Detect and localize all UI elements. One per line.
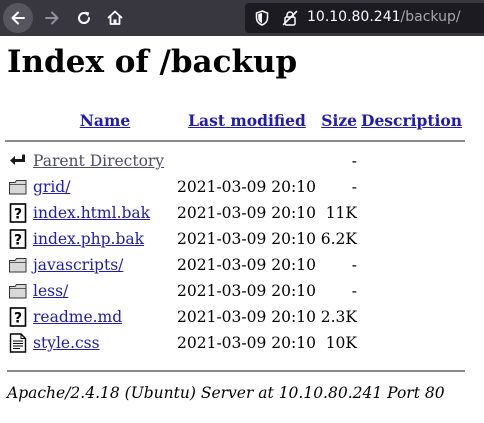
entry-description [357, 174, 465, 200]
sort-by-name-link[interactable]: Name [80, 111, 130, 130]
reload-button[interactable] [69, 3, 99, 33]
table-row[interactable]: grid/ 2021-03-09 20:10 - [5, 174, 465, 200]
browser-toolbar: 10.10.80.241/backup/ [0, 0, 484, 36]
description-column-header: Description [357, 106, 465, 134]
forward-button[interactable] [37, 3, 67, 33]
entry-size: - [351, 256, 357, 274]
sort-by-description-link[interactable]: Description [361, 111, 462, 130]
address-bar[interactable]: 10.10.80.241/backup/ [245, 3, 484, 33]
entry-description [357, 252, 465, 278]
entry-modified: 2021-03-09 20:10 [177, 256, 316, 274]
entry-description [357, 148, 465, 174]
folder-icon [9, 258, 27, 273]
url-path: /backup/ [400, 9, 461, 25]
entry-name-link[interactable]: readme.md [33, 308, 122, 326]
table-row[interactable]: less/ 2021-03-09 20:10 - [5, 278, 465, 304]
url-host: 10.10.80.241 [307, 9, 401, 25]
file-listing-table: Name Last modified Size Description Pare… [5, 106, 465, 356]
unknown-file-icon: ? [9, 203, 27, 223]
home-button[interactable] [100, 3, 130, 33]
entry-modified [177, 148, 317, 174]
entry-description [357, 330, 465, 356]
footer-divider [7, 370, 465, 372]
header-divider [5, 140, 465, 142]
entry-modified: 2021-03-09 20:10 [177, 178, 316, 196]
text-file-icon [9, 333, 27, 353]
sort-by-modified-link[interactable]: Last modified [188, 111, 306, 130]
entry-size: 10K [325, 334, 357, 352]
back-arrow-icon [11, 11, 25, 25]
entry-description [357, 200, 465, 226]
table-header-row: Name Last modified Size Description [5, 106, 465, 134]
entry-description [357, 304, 465, 330]
unknown-file-icon: ? [9, 229, 27, 249]
modified-column-header: Last modified [177, 106, 317, 134]
table-row[interactable]: Parent Directory - [5, 148, 465, 174]
entry-name-link[interactable]: Parent Directory [33, 152, 164, 170]
svg-text:?: ? [14, 233, 22, 249]
entry-modified: 2021-03-09 20:10 [177, 230, 316, 248]
entry-modified: 2021-03-09 20:10 [177, 282, 316, 300]
icon-column-header [5, 106, 29, 134]
entry-name-link[interactable]: grid/ [33, 178, 70, 196]
back-icon [10, 154, 25, 165]
reload-icon [78, 11, 91, 24]
entry-name-link[interactable]: index.html.bak [33, 204, 150, 222]
entry-size: 6.2K [320, 230, 357, 248]
home-icon [107, 10, 123, 25]
svg-text:?: ? [14, 207, 22, 223]
entry-size: 11K [325, 204, 357, 222]
entry-description [357, 278, 465, 304]
entry-name-link[interactable]: index.php.bak [33, 230, 144, 248]
sort-by-size-link[interactable]: Size [321, 111, 357, 130]
entry-name-link[interactable]: style.css [33, 334, 100, 352]
shield-icon[interactable] [255, 10, 269, 26]
entry-modified: 2021-03-09 20:10 [177, 308, 316, 326]
folder-icon [9, 284, 27, 299]
url-text[interactable]: 10.10.80.241/backup/ [307, 9, 461, 25]
entry-name-link[interactable]: javascripts/ [33, 256, 123, 274]
svg-text:?: ? [14, 311, 22, 327]
entry-size: - [351, 282, 357, 300]
insecure-lock-icon[interactable] [282, 10, 298, 26]
server-signature: Apache/2.4.18 (Ubuntu) Server at 10.10.8… [7, 384, 445, 402]
folder-icon [9, 180, 27, 195]
back-button[interactable] [3, 3, 33, 33]
table-row[interactable]: ? readme.md 2021-03-09 20:10 2.3K [5, 304, 465, 330]
table-row[interactable]: style.css 2021-03-09 20:10 10K [5, 330, 465, 356]
table-row[interactable]: javascripts/ 2021-03-09 20:10 - [5, 252, 465, 278]
page-title: Index of /backup [7, 44, 298, 80]
header-rule-row [5, 134, 465, 148]
entry-description [357, 226, 465, 252]
entry-name-link[interactable]: less/ [33, 282, 68, 300]
entry-size: 2.3K [320, 308, 357, 326]
unknown-file-icon: ? [9, 307, 27, 327]
table-row[interactable]: ? index.html.bak 2021-03-09 20:10 11K [5, 200, 465, 226]
name-column-header: Name [29, 106, 177, 134]
size-column-header: Size [317, 106, 357, 134]
forward-arrow-icon [45, 11, 59, 25]
entry-size: - [351, 152, 357, 170]
entry-modified: 2021-03-09 20:10 [177, 204, 316, 222]
entry-modified: 2021-03-09 20:10 [177, 334, 316, 352]
entry-size: - [351, 178, 357, 196]
table-row[interactable]: ? index.php.bak 2021-03-09 20:10 6.2K [5, 226, 465, 252]
